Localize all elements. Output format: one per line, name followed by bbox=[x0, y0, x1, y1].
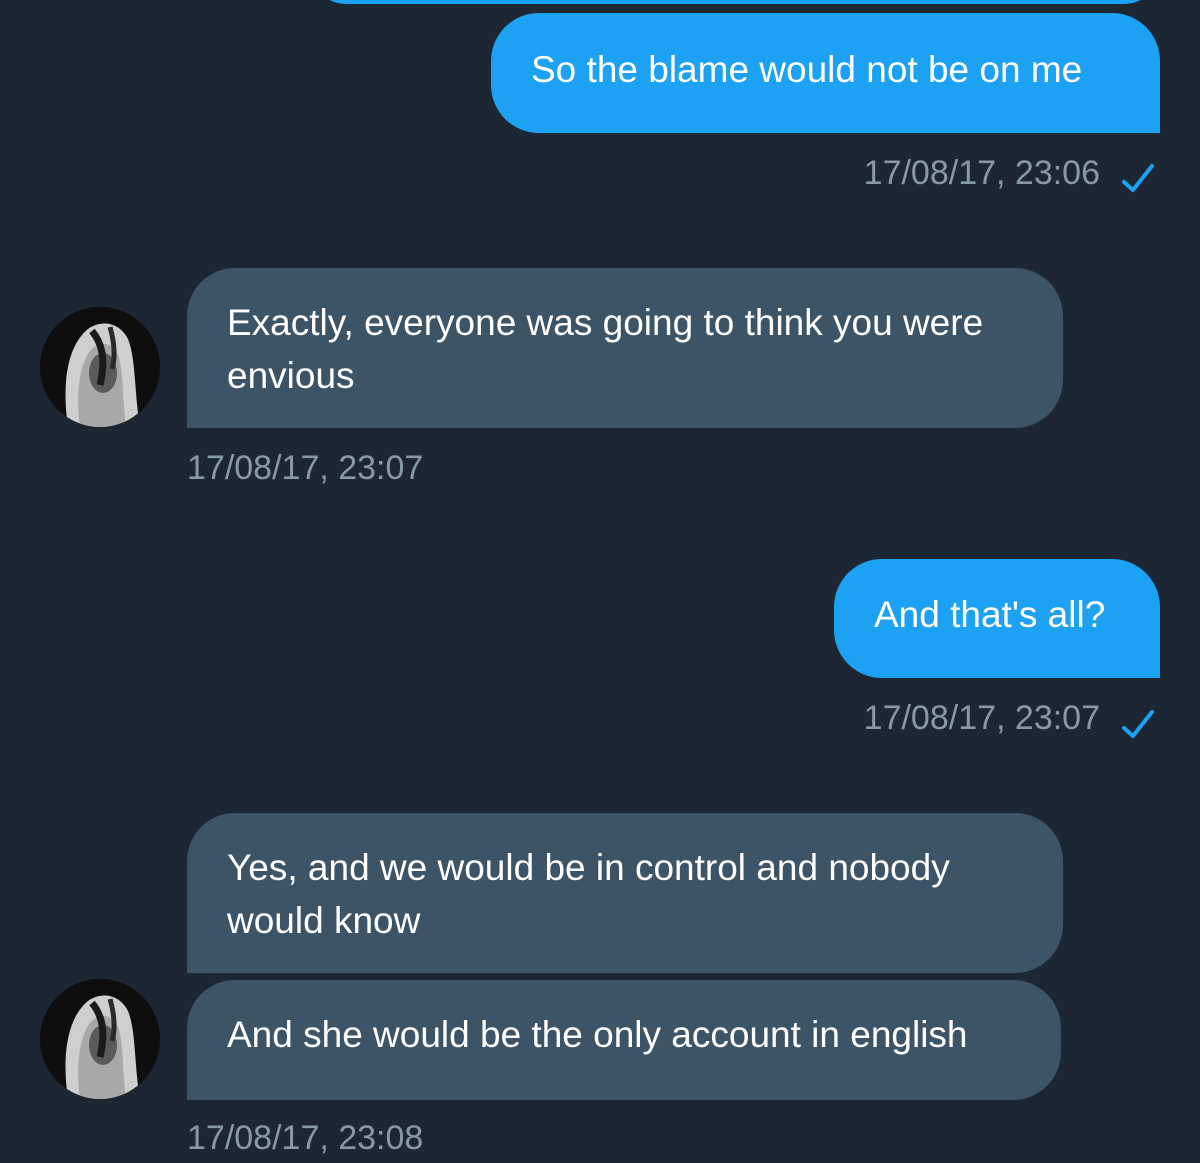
sent-message-bubble[interactable]: And that's all? bbox=[834, 559, 1160, 678]
message-text: Yes, and we would be in control and nobo… bbox=[227, 847, 950, 941]
message-text: So the blame would not be on me bbox=[531, 49, 1083, 90]
avatar-image bbox=[40, 979, 160, 1099]
message-timestamp: 17/08/17, 23:07 bbox=[863, 699, 1100, 737]
message-text: Exactly, everyone was going to think you… bbox=[227, 302, 984, 396]
sent-message-bubble[interactable]: So the blame would not be on me bbox=[491, 13, 1160, 133]
checkmark-icon bbox=[1122, 164, 1154, 192]
received-message-bubble[interactable]: And she would be the only account in eng… bbox=[187, 980, 1061, 1100]
received-message-bubble[interactable]: Exactly, everyone was going to think you… bbox=[187, 268, 1063, 428]
message-text: And she would be the only account in eng… bbox=[227, 1014, 968, 1055]
checkmark-icon bbox=[1122, 710, 1154, 738]
message-timestamp: 17/08/17, 23:06 bbox=[863, 154, 1100, 192]
previous-message-bubble-edge bbox=[310, 0, 1160, 4]
message-timestamp: 17/08/17, 23:07 bbox=[187, 449, 424, 487]
contact-avatar[interactable] bbox=[40, 307, 160, 427]
contact-avatar[interactable] bbox=[40, 979, 160, 1099]
message-timestamp: 17/08/17, 23:08 bbox=[187, 1119, 424, 1157]
received-message-bubble[interactable]: Yes, and we would be in control and nobo… bbox=[187, 813, 1063, 973]
avatar-image bbox=[40, 307, 160, 427]
message-text: And that's all? bbox=[874, 594, 1106, 635]
